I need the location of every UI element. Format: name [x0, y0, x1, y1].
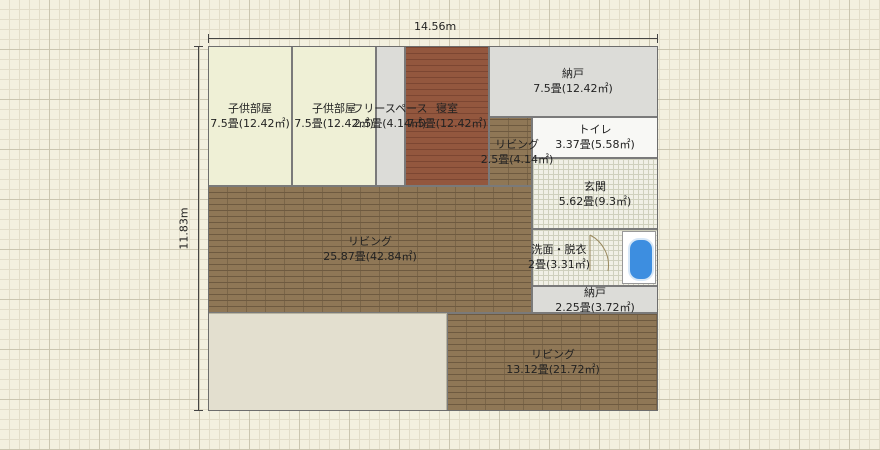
label-toilet: トイレ 3.37畳(5.58㎡) — [555, 123, 635, 151]
label-living-lower: リビング 13.12畳(21.72㎡) — [506, 348, 600, 376]
label-storage-1: 納戸 7.5畳(12.42㎡) — [533, 67, 613, 95]
label-bedroom: 寝室 7.5畳(12.42㎡) — [407, 102, 487, 130]
bathtub-icon — [622, 231, 656, 284]
door-swing-icon — [589, 234, 609, 272]
label-living-main: リビング 25.87畳(42.84㎡) — [323, 235, 417, 263]
label-storage-2: 納戸 2.25畳(3.72㎡) — [555, 286, 635, 314]
width-label: 14.56m — [414, 20, 457, 33]
label-washroom: 洗面・脱衣 2畳(3.31㎡) — [527, 243, 591, 271]
height-label: 11.83m — [177, 207, 191, 250]
label-kids-1: 子供部屋 7.5畳(12.42㎡) — [210, 102, 290, 130]
label-entrance: 玄関 5.62畳(9.3㎡) — [558, 180, 632, 208]
empty-area — [208, 313, 447, 411]
label-living-small: リビング 2.5畳(4.14㎡) — [480, 138, 554, 166]
